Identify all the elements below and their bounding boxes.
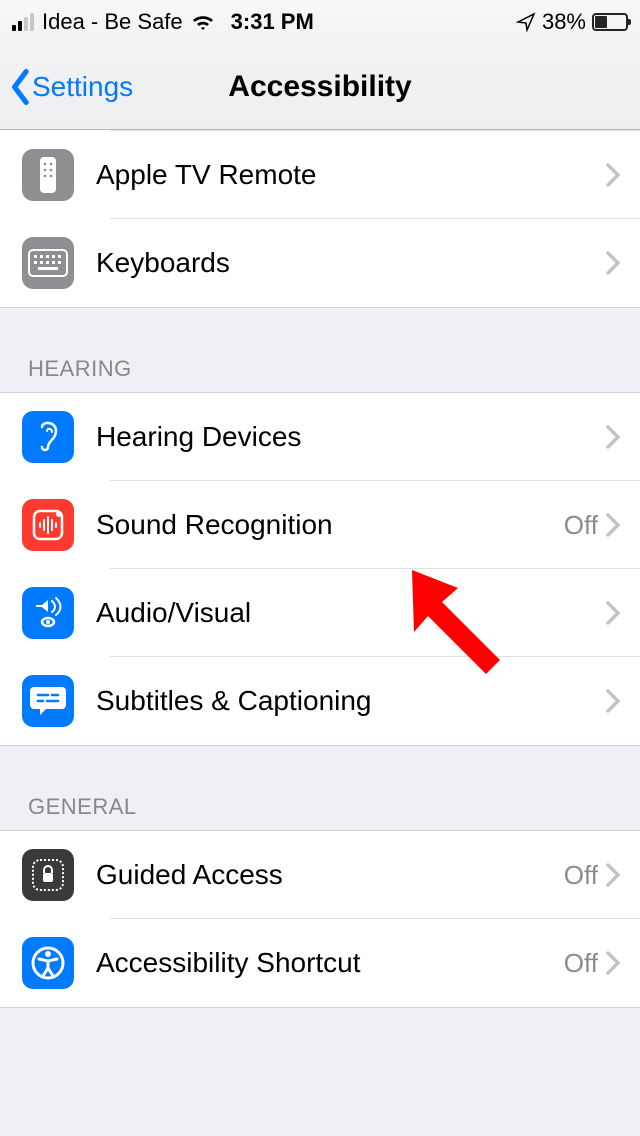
- apple-tv-remote-icon: [22, 149, 74, 201]
- row-label: Audio/Visual: [96, 597, 606, 629]
- row-label: Accessibility Shortcut: [96, 947, 564, 979]
- row-label: Sound Recognition: [96, 509, 564, 541]
- row-apple-tv-remote[interactable]: Apple TV Remote: [0, 131, 640, 219]
- subtitles-icon: [22, 675, 74, 727]
- chevron-left-icon: [10, 69, 32, 105]
- chevron-right-icon: [606, 163, 620, 187]
- chevron-right-icon: [606, 601, 620, 625]
- row-label: Subtitles & Captioning: [96, 685, 606, 717]
- status-left: Idea - Be Safe 3:31 PM: [12, 9, 314, 35]
- row-keyboards[interactable]: Keyboards: [0, 219, 640, 307]
- chevron-right-icon: [606, 863, 620, 887]
- row-subtitles-captioning[interactable]: Subtitles & Captioning: [0, 657, 640, 745]
- wifi-icon: [191, 12, 215, 32]
- battery-icon: [592, 13, 628, 31]
- row-value: Off: [564, 510, 598, 541]
- keyboards-icon: [22, 237, 74, 289]
- row-label: Hearing Devices: [96, 421, 606, 453]
- row-sound-recognition[interactable]: Sound Recognition Off: [0, 481, 640, 569]
- audio-visual-icon: [22, 587, 74, 639]
- chevron-right-icon: [606, 951, 620, 975]
- section-header-general: GENERAL: [0, 746, 640, 830]
- row-label: Apple TV Remote: [96, 159, 606, 191]
- row-accessibility-shortcut[interactable]: Accessibility Shortcut Off: [0, 919, 640, 1007]
- chevron-right-icon: [606, 425, 620, 449]
- back-button[interactable]: Settings: [0, 69, 133, 105]
- group-hearing: Hearing Devices Sound Recognition Off Au…: [0, 392, 640, 746]
- guided-access-icon: [22, 849, 74, 901]
- row-value: Off: [564, 860, 598, 891]
- time-label: 3:31 PM: [231, 9, 314, 35]
- chevron-right-icon: [606, 513, 620, 537]
- nav-bar: Settings Accessibility: [0, 44, 640, 130]
- page-title: Accessibility: [228, 70, 411, 104]
- row-value: Off: [564, 948, 598, 979]
- section-header-hearing: HEARING: [0, 308, 640, 392]
- location-icon: [516, 12, 536, 32]
- hearing-devices-icon: [22, 411, 74, 463]
- row-label: Keyboards: [96, 247, 606, 279]
- status-right: 38%: [516, 9, 628, 35]
- sound-recognition-icon: [22, 499, 74, 551]
- row-audio-visual[interactable]: Audio/Visual: [0, 569, 640, 657]
- group-general: Guided Access Off Accessibility Shortcut…: [0, 830, 640, 1008]
- row-label: Guided Access: [96, 859, 564, 891]
- accessibility-shortcut-icon: [22, 937, 74, 989]
- status-bar: Idea - Be Safe 3:31 PM 38%: [0, 0, 640, 44]
- group-top: Apple TV Remote Keyboards: [0, 130, 640, 308]
- signal-icon: [12, 13, 34, 31]
- row-hearing-devices[interactable]: Hearing Devices: [0, 393, 640, 481]
- chevron-right-icon: [606, 251, 620, 275]
- row-guided-access[interactable]: Guided Access Off: [0, 831, 640, 919]
- chevron-right-icon: [606, 689, 620, 713]
- carrier-label: Idea - Be Safe: [42, 9, 183, 35]
- back-label: Settings: [32, 71, 133, 103]
- battery-pct-label: 38%: [542, 9, 586, 35]
